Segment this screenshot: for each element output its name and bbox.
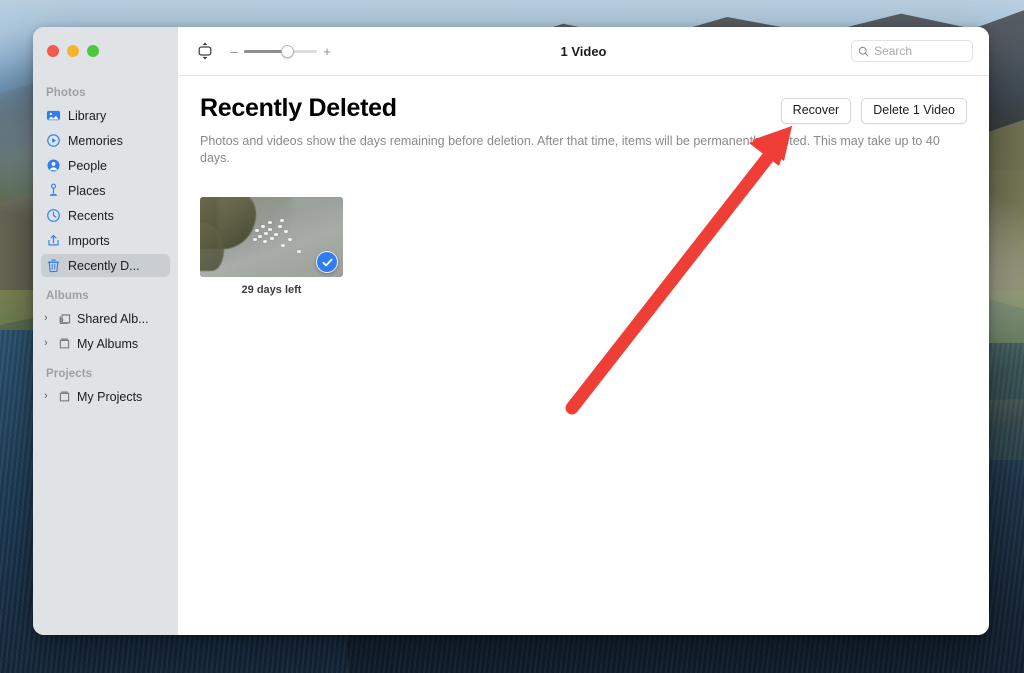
view-options-icon [198,42,212,60]
zoom-out-label[interactable]: – [230,45,238,58]
maximize-button[interactable] [87,45,99,57]
bird [297,250,301,253]
shared-album-icon [59,314,71,324]
sidebar-item-memories[interactable]: Memories [41,129,170,152]
sidebar-item-people[interactable]: People [41,154,170,177]
bird [280,219,284,222]
sidebar-item-label: Imports [68,233,110,248]
page-subtitle: Photos and videos show the days remainin… [200,133,940,165]
sidebar-item-label: People [68,158,107,173]
bird [274,233,278,236]
import-icon [48,234,59,246]
sidebar-item-recently-deleted[interactable]: Recently D... [41,254,170,277]
sidebar-item-shared-albums[interactable]: › Shared Alb... [41,307,170,330]
bird [264,232,268,235]
sidebar-item-label: My Albums [77,336,139,351]
search-field[interactable] [851,40,973,62]
sidebar-item-my-albums[interactable]: › My Albums [41,332,170,355]
delete-video-button[interactable]: Delete 1 Video [861,98,967,124]
bird [268,221,272,224]
minimize-button[interactable] [67,45,79,57]
main-pane: – + 1 Video Search Recently Deleted Reco… [178,27,989,635]
library-icon [46,110,61,121]
sidebar-section-projects: Projects [46,368,93,380]
sidebar-item-label: Places [68,183,106,198]
search-input[interactable] [874,44,966,58]
bird [253,238,257,241]
sidebar-item-label: Recently D... [68,258,140,273]
slider-fill [244,49,284,53]
page-title: Recently Deleted [200,94,397,122]
sidebar-item-imports[interactable]: Imports [41,229,170,252]
content-area: Recently Deleted Recover Delete 1 Video … [178,76,989,635]
bird [270,237,274,240]
bird [255,229,259,232]
bird [278,225,282,228]
sidebar-item-label: Library [68,108,107,123]
search-icon [858,46,869,56]
chevron-right-icon[interactable]: › [44,391,53,402]
sidebar-item-recents[interactable]: Recents [41,204,170,227]
album-icon [59,391,70,402]
media-grid: 29 days left [200,197,967,296]
sidebar-item-label: Recents [68,208,114,223]
places-pin-icon [49,183,58,196]
clock-icon [47,209,60,222]
bird [281,244,285,247]
zoom-slider[interactable] [244,44,317,58]
sidebar-item-label: Memories [68,133,123,148]
sidebar-item-places[interactable]: Places [41,179,170,202]
sidebar-item-label: My Projects [77,389,143,404]
header-row: Recently Deleted Recover Delete 1 Video [200,94,967,124]
sidebar-item-my-projects[interactable]: › My Projects [41,385,170,408]
window-body: Photos Library Memories People Places Re… [33,27,989,635]
trash-icon [47,259,60,273]
chevron-right-icon[interactable]: › [44,313,53,324]
action-buttons: Recover Delete 1 Video [780,94,967,124]
zoom-slider-group[interactable]: – + [230,44,331,58]
bird [284,230,288,233]
bird [258,235,262,238]
view-options-button[interactable] [192,38,218,64]
check-circle-icon [322,258,333,267]
bird [288,238,292,241]
people-icon [47,159,60,172]
slider-knob[interactable] [280,44,294,58]
recover-button[interactable]: Recover [780,98,852,124]
traffic-lights [33,27,178,75]
chevron-right-icon[interactable]: › [44,338,53,349]
memories-icon [47,134,60,147]
media-cell[interactable]: 29 days left [200,197,343,296]
video-thumbnail[interactable] [200,197,343,278]
sidebar-section-photos: Photos [46,87,86,99]
sidebar-item-label: Shared Alb... [77,311,149,326]
close-button[interactable] [47,45,59,57]
sidebar: Photos Library Memories People Places Re… [33,27,178,635]
album-icon [59,338,70,349]
sidebar-item-library[interactable]: Library [41,104,170,127]
bird [263,240,267,243]
bird [261,225,265,228]
photos-app-window: Photos Library Memories People Places Re… [33,27,989,635]
zoom-in-label[interactable]: + [323,45,331,58]
sidebar-section-albums: Albums [46,290,89,302]
toolbar: – + 1 Video [178,27,989,76]
days-left-label: 29 days left [241,284,302,297]
bird [268,228,272,231]
